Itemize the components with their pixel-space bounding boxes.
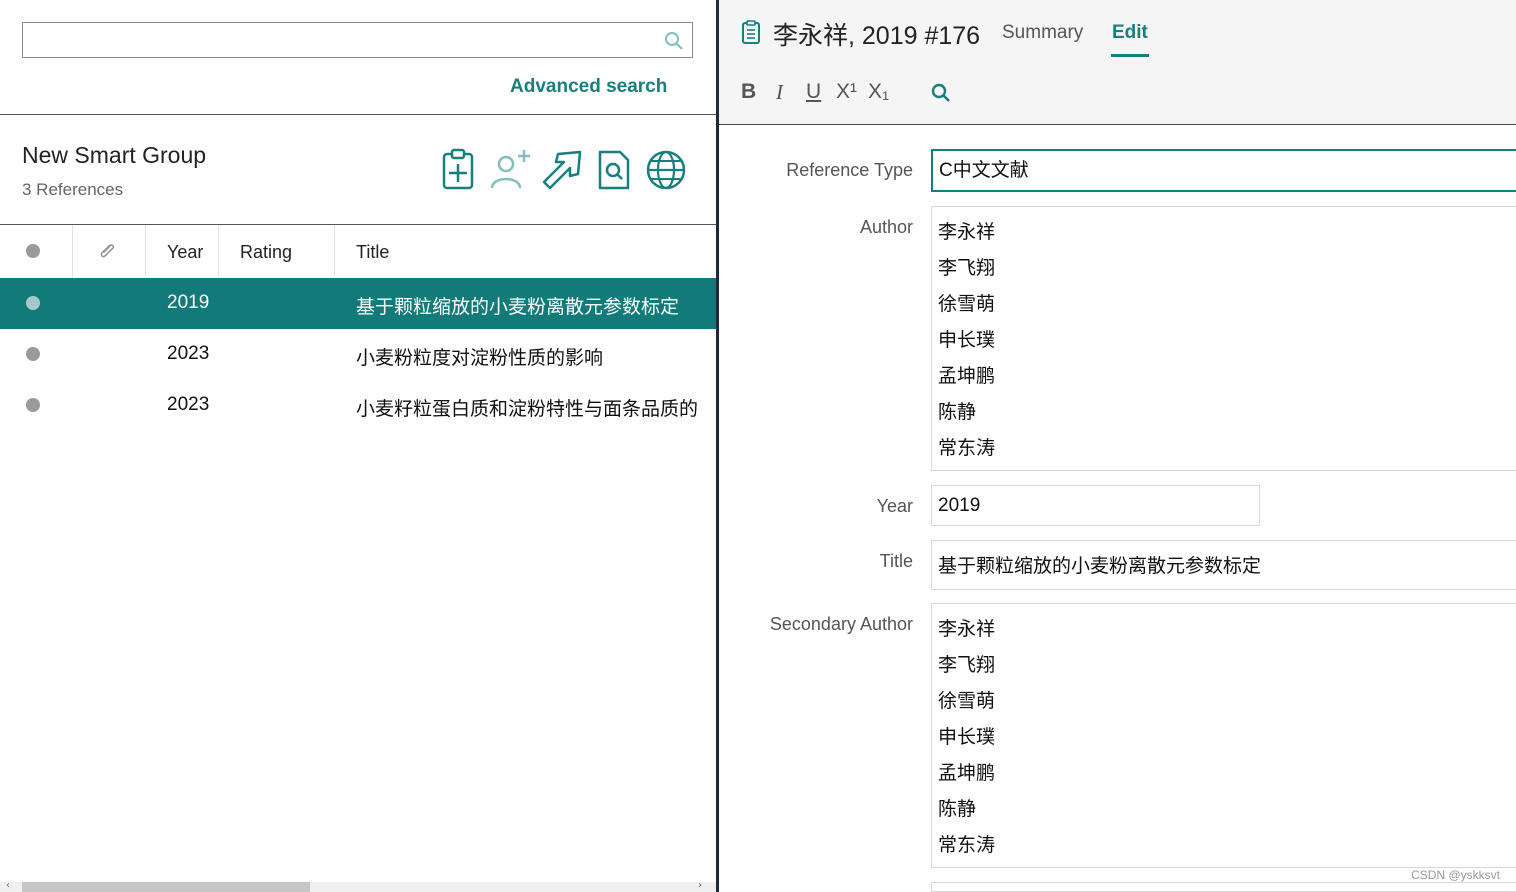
table-header: Year Rating Title [0,225,716,277]
share-arrow-icon[interactable] [540,148,584,192]
read-status-icon [26,398,40,412]
superscript-button[interactable]: X¹ [836,80,857,104]
row-year: 2023 [167,394,210,415]
author-entry: 孟坤鹏 [938,366,996,387]
italic-button[interactable]: I [776,80,783,105]
row-title: 小麦粉粒度对淀粉性质的影响 [356,348,604,369]
underline-button[interactable]: U [806,80,821,104]
reference-count: 3 References [22,180,124,199]
tab-edit[interactable]: Edit [1112,22,1148,44]
horizontal-scrollbar[interactable]: ‹ › [0,880,716,892]
secondary-author-label: Secondary Author [769,614,913,634]
title-column-header[interactable]: Title [335,225,716,277]
subscript-button[interactable]: X₁ [868,80,889,104]
row-year: 2019 [167,292,210,313]
scrollbar-thumb[interactable] [22,882,310,892]
secondary-author-entry: 申长璞 [938,727,996,748]
reference-title: 李永祥, 2019 #176 [773,22,981,50]
secondary-author-entry: 常东涛 [938,835,996,856]
year-column-header[interactable]: Year [146,225,219,277]
advanced-search-link[interactable]: Advanced search [510,76,667,98]
secondary-author-entry: 李飞翔 [938,655,996,676]
add-user-icon[interactable] [488,148,532,192]
read-status-icon [26,244,40,258]
attachment-column-header[interactable] [73,225,146,277]
library-pane: Advanced search New Smart Group 3 Refere… [0,0,716,892]
author-entry: 常东涛 [938,438,996,459]
reference-type-label: Reference Type [786,160,913,180]
tab-summary[interactable]: Summary [1002,22,1083,44]
table-row[interactable]: 2023 小麦籽粒蛋白质和淀粉特性与面条品质的 [0,380,716,431]
bold-button[interactable]: B [741,80,756,104]
year-label: Year [876,496,913,516]
search-input[interactable] [22,22,693,58]
search-icon[interactable] [930,82,952,104]
secondary-author-entry: 孟坤鹏 [938,763,996,784]
globe-icon[interactable] [644,148,688,192]
secondary-author-field[interactable]: 李永祥 李飞翔 徐雪萌 申长璞 孟坤鹏 陈静 常东涛 [931,603,1516,868]
title-label: Title [879,551,913,571]
read-status-column-header[interactable] [0,225,73,277]
paperclip-icon [100,244,115,258]
reference-type-field[interactable]: C中文文献 [931,149,1516,192]
secondary-author-entry: 陈静 [938,799,977,820]
rating-column-header[interactable]: Rating [219,225,335,277]
reference-pane: 李永祥, 2019 #176 Summary Edit B I U X¹ X₁ … [719,0,1516,892]
divider [0,114,716,115]
next-field[interactable] [931,882,1516,892]
reference-header: 李永祥, 2019 #176 Summary Edit B I U X¹ X₁ [719,0,1516,125]
author-entry: 陈静 [938,402,977,423]
secondary-author-entry: 徐雪萌 [938,691,996,712]
read-status-icon [26,296,40,310]
author-field[interactable]: 李永祥 李飞翔 徐雪萌 申长璞 孟坤鹏 陈静 常东涛 [931,206,1516,471]
author-entry: 李永祥 [938,222,996,243]
year-field[interactable]: 2019 [931,485,1260,526]
table-row[interactable]: 2019 基于颗粒缩放的小麦粉离散元参数标定 [0,278,716,329]
group-title: New Smart Group [22,142,207,168]
clipboard-icon [742,20,760,44]
row-title: 基于颗粒缩放的小麦粉离散元参数标定 [356,297,680,318]
scroll-left-icon[interactable]: ‹ [6,880,10,891]
clipboard-add-icon[interactable] [436,148,480,192]
table-row[interactable]: 2023 小麦粉粒度对淀粉性质的影响 [0,329,716,380]
watermark: CSDN @yskksvt [1411,868,1500,882]
row-year: 2023 [167,343,210,364]
author-label: Author [859,217,913,237]
author-entry: 徐雪萌 [938,294,996,315]
row-title: 小麦籽粒蛋白质和淀粉特性与面条品质的 [356,399,699,420]
find-pdf-icon[interactable] [592,148,636,192]
author-entry: 申长璞 [938,330,996,351]
secondary-author-entry: 李永祥 [938,619,996,640]
author-entry: 李飞翔 [938,258,996,279]
scroll-right-icon[interactable]: › [698,880,702,891]
active-tab-indicator [1111,54,1149,57]
title-field[interactable]: 基于颗粒缩放的小麦粉离散元参数标定 [931,540,1516,590]
search-icon[interactable] [664,31,684,51]
read-status-icon [26,347,40,361]
